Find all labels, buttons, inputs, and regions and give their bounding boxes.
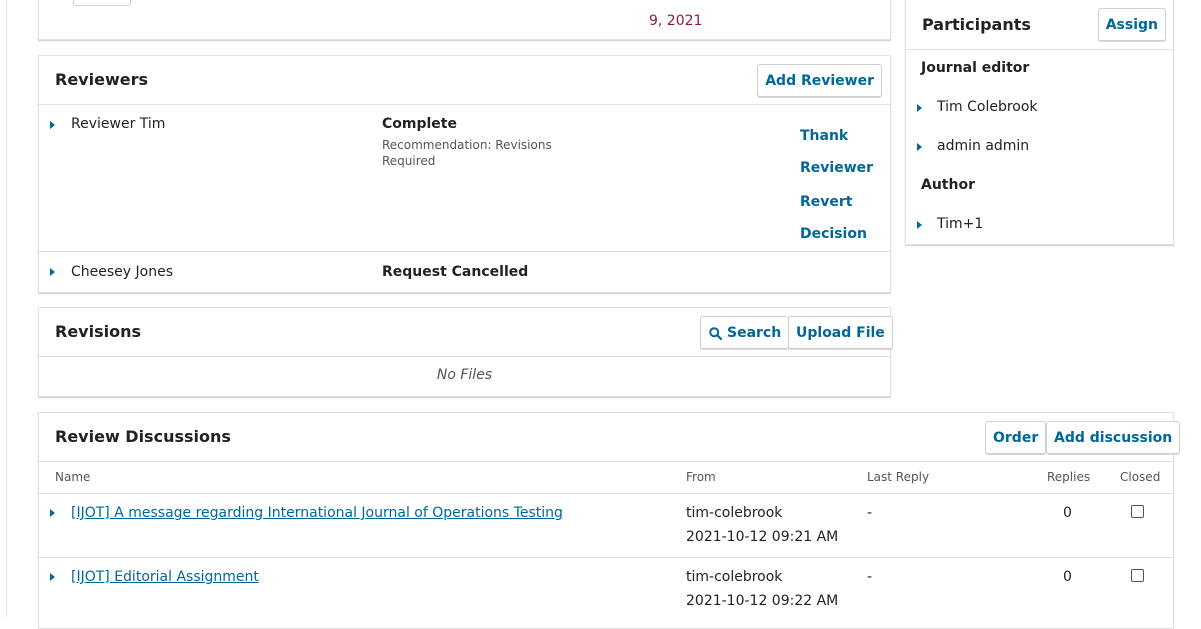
revisions-header: Revisions Search Upload File	[39, 308, 893, 357]
order-button[interactable]: Order	[985, 421, 1047, 454]
expand-triangle-icon[interactable]	[50, 121, 55, 129]
discussions-header: Review Discussions Order Add discussion	[39, 413, 1181, 462]
discussions-title: Review Discussions	[55, 427, 231, 446]
assign-button[interactable]: Assign	[1097, 8, 1166, 41]
column-header-from: From	[686, 470, 716, 484]
replies-count: 0	[1063, 505, 1072, 521]
column-header-name: Name	[55, 470, 91, 484]
search-button[interactable]: Search	[700, 316, 790, 349]
discussion-link[interactable]: [IJOT] A message regarding International…	[71, 505, 563, 521]
reviewers-title: Reviewers	[55, 70, 148, 89]
reviewers-panel: Reviewers Add Reviewer Reviewer Tim Comp…	[38, 55, 891, 293]
review-status: Complete	[382, 116, 457, 132]
row-divider	[39, 251, 890, 252]
discussion-link[interactable]: [IJOT] Editorial Assignment	[71, 569, 259, 585]
thank-reviewer-link[interactable]: Thank Reviewer	[800, 120, 880, 184]
participant-name[interactable]: Tim Colebrook	[937, 99, 1038, 115]
left-edge-line	[6, 0, 7, 617]
from-date: 2021-10-12 09:22 AM	[686, 593, 839, 609]
reviewer-name: Cheesey Jones	[71, 264, 173, 280]
expand-triangle-icon[interactable]	[50, 573, 55, 581]
reviewer-name: Reviewer Tim	[71, 116, 166, 132]
reviewers-header: Reviewers Add Reviewer	[39, 56, 890, 105]
upload-file-button[interactable]: Upload File	[788, 316, 893, 349]
participants-panel: Participants Assign Journal editor Tim C…	[905, 0, 1174, 245]
expand-triangle-icon[interactable]	[50, 268, 55, 276]
file-date: 9, 2021	[649, 13, 703, 29]
last-reply: -	[867, 505, 873, 521]
add-reviewer-button[interactable]: Add Reviewer	[757, 64, 882, 97]
participants-header: Participants Assign	[906, 0, 1173, 50]
revisions-panel: Revisions Search Upload File No Files	[38, 307, 893, 397]
from-user: tim-colebrook	[686, 505, 783, 521]
empty-files-text: No Files	[436, 367, 493, 383]
participant-name[interactable]: admin admin	[937, 138, 1029, 154]
review-status: Request Cancelled	[382, 264, 529, 280]
column-header-last-reply: Last Reply	[867, 470, 930, 484]
review-discussions-panel: Review Discussions Order Add discussion …	[38, 412, 1181, 629]
column-header-replies: Replies	[1047, 470, 1091, 484]
add-discussion-button[interactable]: Add discussion	[1046, 421, 1181, 454]
row-divider	[39, 557, 1173, 558]
file-row-partial	[73, 0, 131, 6]
expand-triangle-icon[interactable]	[50, 509, 55, 517]
expand-triangle-icon[interactable]	[917, 104, 922, 112]
last-reply: -	[867, 569, 873, 585]
revert-decision-link[interactable]: Revert Decision	[800, 186, 880, 250]
closed-checkbox[interactable]	[1131, 569, 1144, 582]
participants-title: Participants	[922, 15, 1031, 34]
search-icon	[709, 327, 722, 340]
replies-count: 0	[1063, 569, 1072, 585]
review-recommendation: Recommendation: Revisions Required	[382, 138, 552, 168]
closed-checkbox[interactable]	[1131, 505, 1144, 518]
expand-triangle-icon[interactable]	[917, 221, 922, 229]
revisions-title: Revisions	[55, 322, 141, 341]
group-label-author: Author	[921, 177, 975, 193]
search-button-label: Search	[727, 325, 782, 341]
from-user: tim-colebrook	[686, 569, 783, 585]
header-divider	[39, 493, 1173, 494]
group-label-journal-editor: Journal editor	[921, 60, 1030, 76]
expand-triangle-icon[interactable]	[917, 143, 922, 151]
files-panel: 9, 2021	[38, 0, 891, 40]
column-header-closed: Closed	[1120, 470, 1161, 484]
from-date: 2021-10-12 09:21 AM	[686, 529, 839, 545]
participant-name[interactable]: Tim+1	[937, 216, 983, 232]
